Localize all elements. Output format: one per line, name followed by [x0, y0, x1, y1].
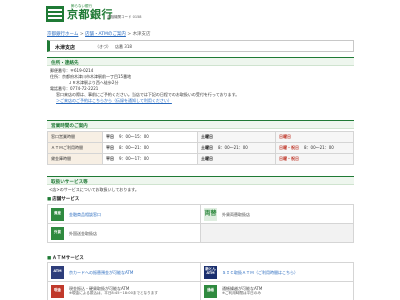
services-section-header: 取扱いサービス等 — [47, 176, 354, 185]
saturday-label: 土曜日 — [201, 156, 213, 161]
service-item-foreign-remittance: 外国送金取扱店 — [69, 230, 97, 236]
sunday-holiday-label: 日曜・祝日 — [279, 156, 299, 161]
sunday-holiday-hours: 8：00～21：00 — [304, 145, 334, 150]
saturday-label: 土曜日 — [201, 134, 213, 139]
table-row: 外貨 外国送金取扱店 — [47, 223, 354, 243]
weekday-label: 平日 — [106, 134, 114, 139]
bank-logo-icon — [46, 6, 64, 22]
asset-consultation-icon: 資産 — [51, 207, 64, 221]
atm-icon: ATM — [51, 265, 64, 279]
service-item-kyo-card-atm[interactable]: 京カードへの振替預金が可能なATM — [69, 270, 133, 275]
cash-deposit-icon: 現金 — [51, 284, 64, 298]
hours-table: 窓口営業時間 平日 9：00～15：00 土曜日 日曜日 ＡＴＭご利用時間 平日 8… — [47, 131, 354, 165]
saturday-hours: 8：00～21：00 — [218, 145, 248, 150]
breadcrumb: 京都銀行ホーム > 店舗・ATMのご案内 > 木津支店 — [47, 31, 151, 37]
weekday-hours: 9：00～17：00 — [119, 156, 149, 161]
store-services-grid: 資産 金融商品相談窓口 両替 外貨両替取扱店 外貨 外国送金取扱店 — [47, 204, 354, 243]
address-section-title: 住所・連絡先 — [51, 61, 79, 66]
weekday-label: 平日 — [106, 145, 114, 150]
passbook-icon: 通帳 — [204, 284, 217, 298]
branch-kana: （きづ） — [95, 44, 111, 49]
hours-section-title: 営業時間のご案内 — [51, 124, 88, 129]
cash-transfer-note: ※現金による振込は、平日8:45~18:00までとなります — [69, 291, 158, 295]
atm-services-heading: ＡＴＭサービス — [47, 255, 84, 261]
foreign-remittance-icon: 外貨 — [51, 226, 64, 240]
store-services-heading: 店舗サービス — [47, 196, 79, 202]
passbook-note: ※ご利用時間は平日のみ — [222, 291, 261, 295]
service-item-financial-consultation[interactable]: 金融商品相談窓口 — [69, 212, 101, 217]
sunday-holiday-label: 日曜・祝日 — [279, 145, 299, 150]
weekday-hours: 9：00～15：00 — [119, 134, 149, 139]
currency-exchange-icon: 両替 — [204, 207, 217, 221]
breadcrumb-store-atm-link[interactable]: 店舗・ATMのご案内 — [85, 32, 126, 37]
sunday-label: 日曜日 — [279, 134, 291, 139]
service-item-sic-atm[interactable]: ＳＩＣ取扱ＡＴＭ（ご利用時間はこちら） — [222, 270, 298, 275]
store-number: 店番 318 — [115, 44, 132, 49]
bank-code: 金融機関コード 0158 — [107, 15, 142, 19]
weekday-label: 平日 — [106, 156, 114, 161]
services-intro: <店>のサービスについてお取扱いしております。 — [49, 187, 139, 192]
weekday-hours: 8：00～21：00 — [119, 145, 149, 150]
hours-section-header: 営業時間のご案内 — [47, 120, 354, 129]
atm-services-grid: ATM 京カードへの振替預金が可能なATM 新とんATM ＳＩＣ取扱ＡＴＭ（ご利… — [47, 262, 354, 300]
service-item-currency-exchange: 外貨両替取扱店 — [222, 211, 250, 217]
saturday-label: 土曜日 — [201, 145, 213, 150]
branch-name: 木津支店 — [55, 45, 76, 51]
breadcrumb-separator: > — [127, 32, 132, 37]
site-header: 飾らない銀行 京都銀行 金融機関コード 0158 — [0, 0, 400, 28]
services-section-title: 取扱いサービス等 — [51, 180, 88, 185]
address-section-header: 住所・連絡先 — [47, 57, 354, 66]
breadcrumb-current: 木津支店 — [132, 32, 151, 37]
address-block: 郵便番号：〒619-0214 住所：京都府木津川市木津駅前一丁目15番地 ＪＲ木… — [50, 68, 350, 104]
service-name: 窓口営業時間 — [47, 131, 103, 143]
table-row: ＡＴＭご利用時間 平日 8：00～21：00 土曜日 8：00～21：00 日曜・祝… — [47, 142, 354, 154]
table-row: ATM 京カードへの振替預金が可能なATM 新とんATM ＳＩＣ取扱ＡＴＭ（ご利… — [47, 262, 354, 282]
branch-title-bar: 木津支店 （きづ） 店番 318 — [47, 40, 354, 52]
table-row: 現金 現金振込・硬貨取扱が可能なATM ※現金による振込は、平日8:45~18:… — [47, 281, 354, 300]
partner-atm-icon: 新とんATM — [204, 265, 217, 279]
reservation-link[interactable]: ＞ご来店のご予約はこちらから（伝録を通知して利用ください） — [56, 98, 172, 103]
table-row: 貸金庫時間 平日 9：00～17：00 土曜日 日曜・祝日 — [47, 153, 354, 165]
service-name: ＡＴＭご利用時間 — [47, 142, 103, 154]
table-row: 窓口営業時間 平日 9：00～15：00 土曜日 日曜日 — [47, 131, 354, 143]
breadcrumb-separator: > — [79, 32, 84, 37]
table-row: 資産 金融商品相談窓口 両替 外貨両替取扱店 — [47, 204, 354, 224]
service-name: 貸金庫時間 — [47, 153, 103, 165]
empty-cell — [200, 223, 354, 243]
bank-logo[interactable]: 飾らない銀行 京都銀行 — [46, 4, 113, 24]
breadcrumb-home-link[interactable]: 京都銀行ホーム — [47, 32, 78, 37]
